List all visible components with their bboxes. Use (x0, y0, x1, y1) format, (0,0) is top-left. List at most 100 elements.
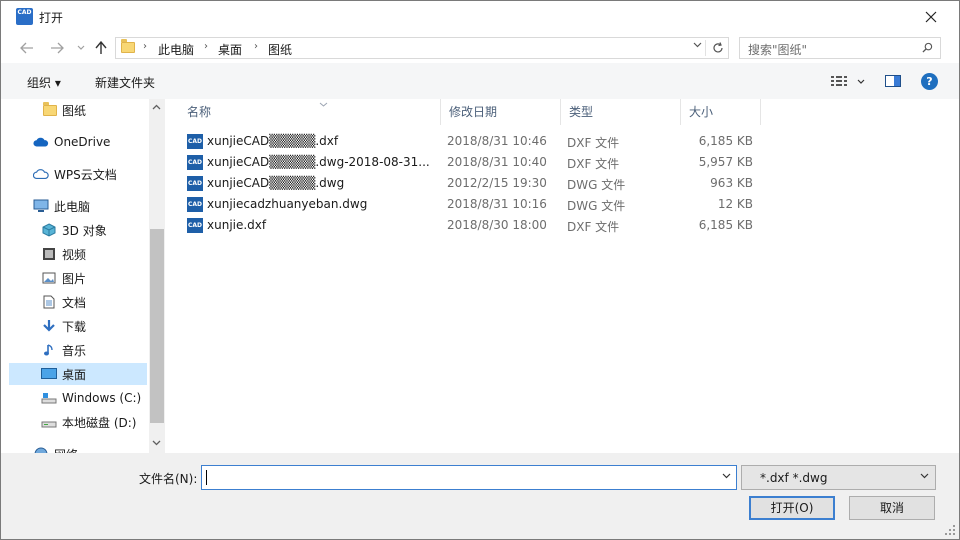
picture-icon (42, 272, 56, 284)
new-folder-button[interactable]: 新建文件夹 (95, 74, 155, 91)
drive-icon (41, 421, 57, 428)
drive-icon (41, 393, 57, 404)
column-name-label: 名称 (187, 105, 212, 119)
chevron-down-icon[interactable] (722, 471, 731, 482)
file-icon-label: CAD (187, 201, 203, 208)
text-caret (206, 470, 207, 485)
cancel-button[interactable]: 取消 (849, 496, 935, 520)
arrow-left-icon (20, 42, 33, 54)
breadcrumb-desktop[interactable]: 桌面 (218, 41, 242, 58)
breadcrumb-drawings[interactable]: 图纸 (268, 41, 292, 58)
address-divider (705, 40, 706, 56)
document-icon (43, 295, 55, 309)
video-icon (43, 248, 55, 260)
sidebar-scrollbar[interactable] (149, 99, 165, 453)
search-input[interactable]: 搜索"图纸" (739, 37, 941, 59)
file-date: 2018/8/31 10:40 (447, 155, 547, 169)
sidebar-item-label: 下载 (62, 319, 87, 334)
file-row[interactable]: CAD xunjiecadzhuanyeban.dwg 2018/8/31 10… (185, 194, 765, 215)
sidebar-item-downloads[interactable]: 下载 (9, 315, 147, 337)
file-row[interactable]: CAD xunjieCAD▒▒▒▒▒.dwg 2012/2/15 19:30 D… (185, 173, 765, 194)
preview-pane-button[interactable] (885, 74, 901, 91)
music-icon (44, 344, 53, 356)
address-bar[interactable]: › 此电脑 › 桌面 › 图纸 (115, 37, 729, 59)
sidebar-item-label: 桌面 (62, 367, 87, 382)
search-placeholder: 搜索"图纸" (748, 43, 808, 57)
close-icon (925, 11, 937, 23)
filename-input[interactable] (201, 465, 737, 490)
sidebar-item-music[interactable]: 音乐 (9, 339, 147, 361)
file-row[interactable]: CAD xunjie.dxf 2018/8/30 18:00 DXF 文件 6,… (185, 215, 765, 236)
file-size: 963 KB (710, 176, 753, 190)
arrow-up-icon (95, 41, 107, 54)
sidebar-item-drive-d[interactable]: 本地磁盘 (D:) (9, 411, 147, 433)
navigation-row: › 此电脑 › 桌面 › 图纸 搜索"图纸" (1, 33, 959, 63)
scroll-thumb[interactable] (150, 229, 164, 423)
desktop-icon (41, 368, 57, 379)
navigation-pane: 图纸 OneDrive WPS云文档 此电脑 3D 对象 视频 图片 文档 下载… (1, 99, 165, 453)
sidebar-item-3d-objects[interactable]: 3D 对象 (9, 219, 147, 241)
chevron-down-icon (77, 45, 85, 50)
cad-app-icon: CAD (16, 8, 33, 25)
breadcrumb-this-pc[interactable]: 此电脑 (158, 41, 194, 58)
up-button[interactable] (91, 38, 111, 58)
refresh-icon[interactable] (712, 39, 724, 58)
column-header-type[interactable]: 类型 (561, 99, 681, 125)
sidebar-item-desktop[interactable]: 桌面 (9, 363, 147, 385)
column-type-label: 类型 (569, 105, 594, 119)
resize-grip-icon[interactable] (945, 525, 955, 535)
file-name: xunjieCAD▒▒▒▒▒.dwg (207, 176, 345, 190)
column-header-size[interactable]: 大小 (681, 99, 761, 125)
view-options-button[interactable] (831, 74, 865, 91)
open-file-dialog: CAD 打开 › 此电脑 › 桌面 › 图纸 搜索"图纸" 组织 ▾ 新建文件夹… (0, 0, 960, 540)
column-date-label: 修改日期 (449, 105, 498, 119)
command-toolbar: 组织 ▾ 新建文件夹 ? (1, 63, 959, 99)
sidebar-item-drive-c[interactable]: Windows (C:) (9, 387, 147, 409)
preview-pane-icon (885, 75, 901, 87)
sidebar-item-documents[interactable]: 文档 (9, 291, 147, 313)
sort-ascending-icon (319, 92, 328, 118)
file-size: 5,957 KB (698, 155, 753, 169)
folder-icon (121, 39, 135, 53)
file-type: DWG 文件 (567, 199, 626, 213)
open-button[interactable]: 打开(O) (749, 496, 835, 520)
file-type: DXF 文件 (567, 136, 620, 150)
sidebar-item-pictures[interactable]: 图片 (9, 267, 147, 289)
scroll-up-icon[interactable] (152, 103, 161, 113)
sidebar-item-label: OneDrive (54, 135, 111, 149)
sidebar-item-videos[interactable]: 视频 (9, 243, 147, 265)
file-icon-label: CAD (187, 222, 203, 229)
file-type-filter[interactable]: *.dxf *.dwg (741, 465, 936, 490)
help-icon[interactable]: ? (921, 73, 938, 90)
file-name: xunjieCAD▒▒▒▒▒.dxf (207, 134, 339, 148)
filename-label: 文件名(N): (139, 472, 198, 486)
scroll-down-icon[interactable] (152, 439, 161, 449)
file-type: DXF 文件 (567, 220, 620, 234)
arrow-right-icon (51, 42, 64, 54)
recent-locations-button[interactable] (71, 38, 91, 58)
chevron-down-icon (920, 471, 929, 482)
file-icon-label: CAD (187, 138, 203, 145)
column-header-name[interactable]: 名称 (179, 99, 441, 125)
sidebar-item-drawings[interactable]: 图纸 (9, 99, 147, 121)
file-row[interactable]: CAD xunjieCAD▒▒▒▒▒.dwg-2018-08-31... 201… (185, 152, 765, 173)
back-button[interactable] (17, 38, 37, 58)
forward-button[interactable] (47, 38, 67, 58)
sidebar-item-network[interactable]: 网络 (9, 443, 147, 453)
folder-icon (43, 102, 57, 116)
address-dropdown-icon[interactable] (693, 40, 702, 51)
sidebar-item-label: 文档 (62, 295, 87, 310)
file-row[interactable]: CAD xunjieCAD▒▒▒▒▒.dxf 2018/8/31 10:46 D… (185, 131, 765, 152)
organize-button[interactable]: 组织 ▾ (27, 74, 61, 91)
sidebar-item-label: 音乐 (62, 343, 87, 358)
sidebar-item-this-pc[interactable]: 此电脑 (9, 195, 147, 217)
file-date: 2012/2/15 19:30 (447, 176, 547, 190)
file-date: 2018/8/30 18:00 (447, 218, 547, 232)
file-type: DWG 文件 (567, 178, 626, 192)
column-header-date[interactable]: 修改日期 (441, 99, 561, 125)
sidebar-item-onedrive[interactable]: OneDrive (9, 131, 147, 153)
sidebar-item-wps-cloud[interactable]: WPS云文档 (9, 163, 147, 185)
sidebar-item-label: WPS云文档 (54, 167, 117, 182)
close-button[interactable] (911, 5, 951, 29)
file-type: DXF 文件 (567, 157, 620, 171)
